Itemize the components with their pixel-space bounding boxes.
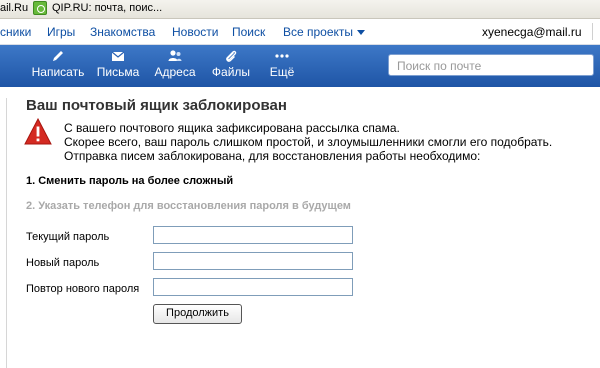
portal-link-games[interactable]: Игры <box>47 25 75 39</box>
page-title: Ваш почтовый ящик заблокирован <box>26 97 287 114</box>
mail-search-input[interactable] <box>395 58 589 74</box>
browser-tab-qip[interactable]: QIP.RU: почта, поис... <box>52 2 162 14</box>
current-password-label: Текущий пароль <box>26 231 110 243</box>
more-dots-icon <box>266 49 298 63</box>
more-label: Ещё <box>269 65 295 79</box>
step-change-password: 1. Сменить пароль на более сложный <box>26 175 234 187</box>
envelope-icon <box>94 49 142 63</box>
contacts-label: Адреса <box>154 65 196 79</box>
files-label: Файлы <box>211 65 251 79</box>
portal-link-search[interactable]: Поиск <box>232 25 265 39</box>
portal-all-projects-menu[interactable]: Все проекты <box>283 25 366 39</box>
user-email[interactable]: xyenecga@mail.ru <box>482 25 582 39</box>
nav-divider <box>592 23 593 40</box>
portal-link-dating[interactable]: Знакомства <box>90 25 155 39</box>
notice-line-1: С вашего почтового ящика зафиксирована р… <box>64 121 400 135</box>
browser-tab-mail[interactable]: ail.Ru <box>0 2 28 14</box>
new-password-label: Новый пароль <box>26 257 100 269</box>
compose-label: Написать <box>31 65 85 79</box>
chevron-down-icon <box>357 30 366 35</box>
compose-button[interactable]: Написать <box>30 49 86 83</box>
repeat-password-label: Повтор нового пароля <box>26 283 140 295</box>
all-projects-label: Все проекты <box>283 25 354 39</box>
portal-link-partial[interactable]: сники <box>0 25 31 39</box>
notice-line-3: Отправка писем заблокирована, для восста… <box>64 149 481 163</box>
more-button[interactable]: Ещё <box>266 49 298 83</box>
files-button[interactable]: Файлы <box>209 49 253 83</box>
portal-nav-bar: сники Игры Знакомства Новости Поиск Все … <box>0 19 600 45</box>
portal-link-news[interactable]: Новости <box>172 25 218 39</box>
inbox-button[interactable]: Письма <box>94 49 142 83</box>
current-password-field[interactable] <box>153 226 353 244</box>
inbox-label: Письма <box>96 65 140 79</box>
paperclip-icon <box>209 49 253 63</box>
repeat-password-field[interactable] <box>153 278 353 296</box>
step-add-phone: 2. Указать телефон для восстановления па… <box>26 200 351 212</box>
notice-message: С вашего почтового ящика зафиксирована р… <box>64 121 584 163</box>
notice-line-2: Скорее всего, ваш пароль слишком простой… <box>64 135 553 149</box>
warning-icon <box>24 118 52 145</box>
continue-button[interactable]: Продолжить <box>153 304 242 324</box>
browser-tab-strip: ail.Ru QIP.RU: почта, поис... <box>0 0 600 19</box>
content-left-border <box>6 98 7 368</box>
contacts-button[interactable]: Адреса <box>152 49 198 83</box>
new-password-field[interactable] <box>153 252 353 270</box>
qip-icon <box>33 1 47 15</box>
pencil-icon <box>30 49 86 63</box>
contacts-icon <box>152 49 198 63</box>
mail-search-box[interactable] <box>388 54 594 76</box>
